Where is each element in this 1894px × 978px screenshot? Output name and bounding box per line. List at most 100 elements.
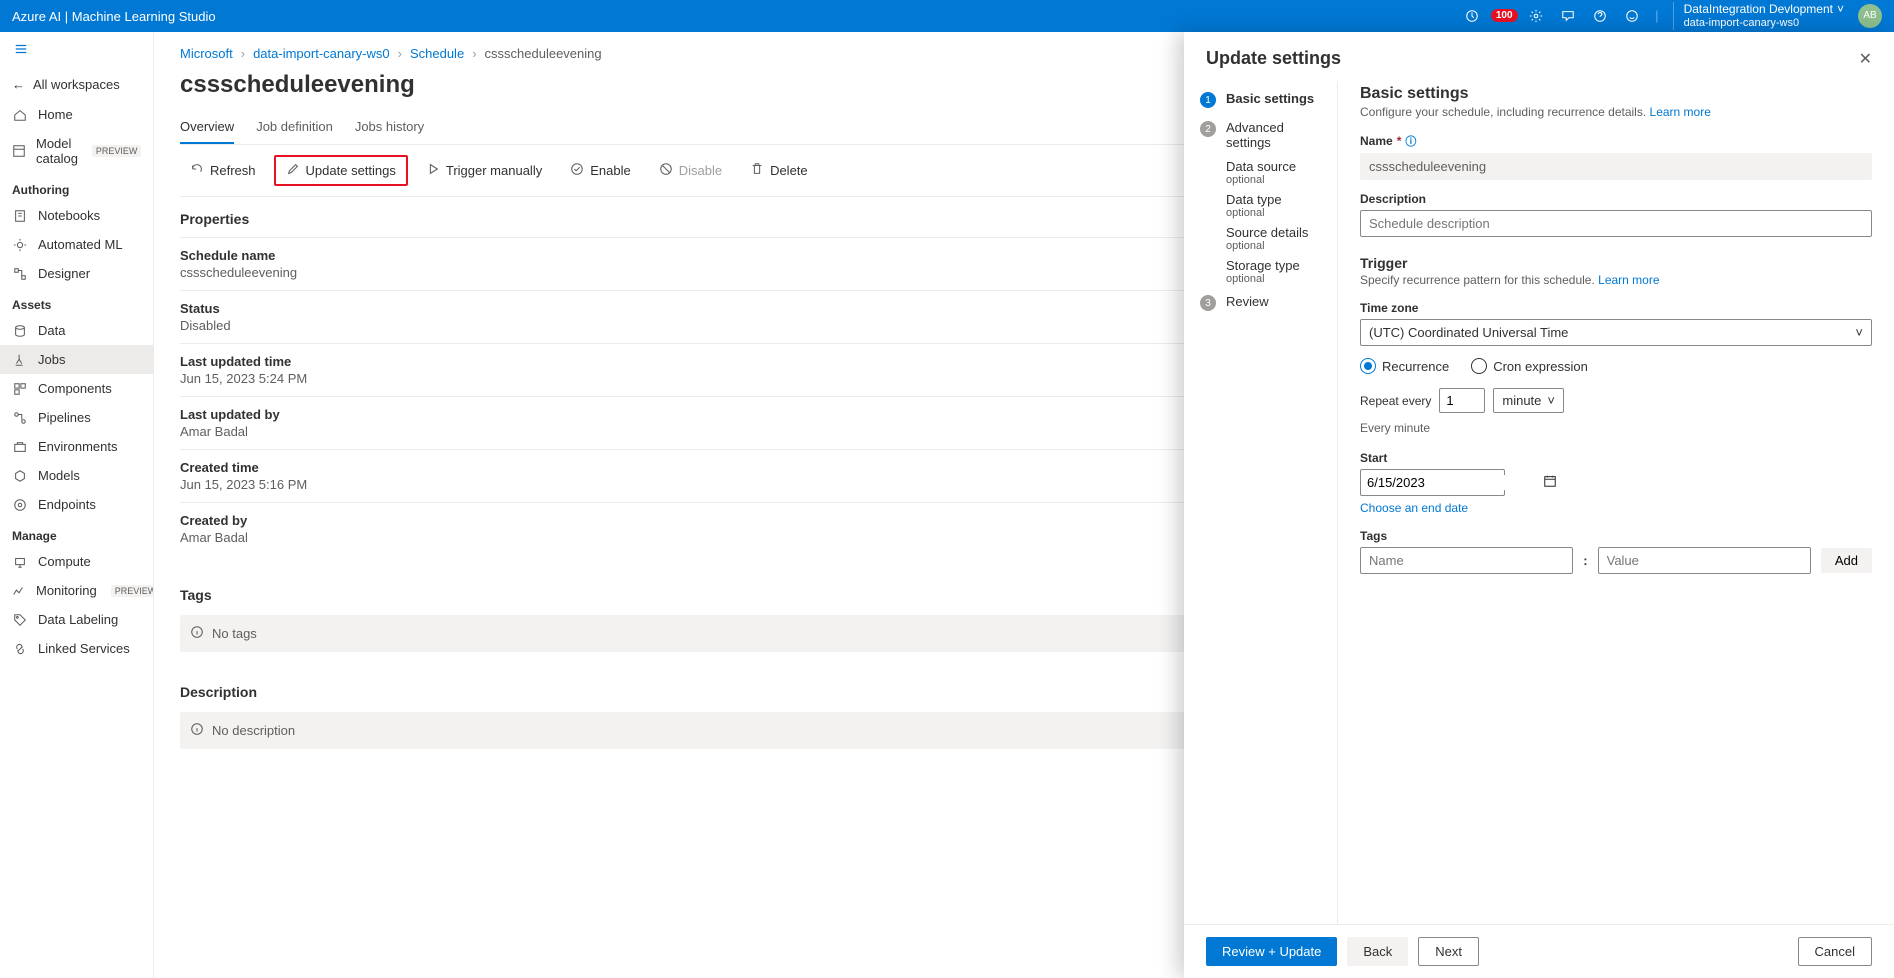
tab-overview[interactable]: Overview [180,111,234,144]
sidebar-section-assets: Assets [0,288,153,316]
substep-label: Data type [1226,192,1282,207]
sidebar-label: Data Labeling [38,612,118,627]
optional-label: optional [1226,240,1321,252]
wizard-substep-source-details[interactable]: Source details optional [1184,222,1337,255]
sidebar-label: Model catalog [36,136,78,166]
wizard-substep-storage-type[interactable]: Storage type optional [1184,255,1337,288]
close-button[interactable]: ✕ [1859,49,1872,69]
description-label: Description [1360,192,1872,206]
wizard-substep-data-source[interactable]: Data source optional [1184,156,1337,189]
learn-more-link[interactable]: Learn more [1650,105,1711,119]
smiley-icon[interactable] [1623,7,1641,25]
data-icon [12,324,28,338]
sidebar-item-models[interactable]: Models [0,461,153,490]
tag-value-input[interactable] [1598,547,1811,574]
delete-button[interactable]: Delete [740,155,818,186]
breadcrumb-current: cssscheduleevening [485,46,602,61]
start-date-input[interactable] [1360,469,1505,496]
wizard-step-label: Review [1226,294,1269,309]
wizard-step-basic[interactable]: 1Basic settings [1184,85,1337,114]
sidebar-item-automl[interactable]: Automated ML [0,230,153,259]
sidebar-label: Models [38,468,80,483]
name-input[interactable] [1360,153,1872,180]
trigger-label: Trigger manually [446,163,542,178]
sidebar-item-jobs[interactable]: Jobs [0,345,153,374]
notebook-icon [12,209,28,223]
pipelines-icon [12,411,28,425]
start-date-value[interactable] [1367,475,1543,490]
enable-button[interactable]: Enable [560,155,640,186]
tags-row: : Add [1360,547,1872,574]
help-icon[interactable] [1591,7,1609,25]
models-icon [12,469,28,483]
tag-name-input[interactable] [1360,547,1573,574]
trigger-manually-button[interactable]: Trigger manually [416,155,552,186]
catalog-icon [12,144,26,158]
drawer-header: Update settings ✕ [1184,32,1894,81]
timezone-select[interactable]: (UTC) Coordinated Universal Time ˅ [1360,319,1872,346]
sidebar-item-pipelines[interactable]: Pipelines [0,403,153,432]
sidebar-item-linked-services[interactable]: Linked Services [0,634,153,663]
repeat-unit-select[interactable]: minute ˅ [1493,388,1564,413]
repeat-every-label: Repeat every [1360,394,1431,408]
radio-recurrence[interactable]: Recurrence [1360,358,1449,374]
no-description-label: No description [212,723,295,738]
review-update-button[interactable]: Review + Update [1206,937,1337,966]
radio-cron[interactable]: Cron expression [1471,358,1588,374]
breadcrumb-root[interactable]: Microsoft [180,46,233,61]
hamburger-toggle[interactable] [0,32,153,69]
chevron-right-icon: › [472,46,476,61]
description-input[interactable] [1360,210,1872,237]
calendar-icon[interactable] [1543,474,1557,491]
sidebar-item-compute[interactable]: Compute [0,547,153,576]
wizard-substep-data-type[interactable]: Data type optional [1184,189,1337,222]
sidebar-item-components[interactable]: Components [0,374,153,403]
tab-job-definition[interactable]: Job definition [256,111,333,144]
trash-icon [750,162,764,179]
cancel-button[interactable]: Cancel [1798,937,1872,966]
radio-checked-icon [1360,358,1376,374]
sidebar-label: Linked Services [38,641,130,656]
check-icon [570,162,584,179]
sidebar-item-environments[interactable]: Environments [0,432,153,461]
update-settings-button[interactable]: Update settings [274,155,408,186]
choose-end-date-link[interactable]: Choose an end date [1360,501,1468,515]
avatar[interactable]: AB [1858,4,1882,28]
enable-label: Enable [590,163,630,178]
sidebar-item-home[interactable]: Home [0,100,153,129]
refresh-icon [190,162,204,179]
sidebar-item-data-labeling[interactable]: Data Labeling [0,605,153,634]
sidebar-label: Automated ML [38,237,123,252]
repeat-value-input[interactable] [1439,388,1485,413]
start-label: Start [1360,451,1872,465]
sidebar-item-model-catalog[interactable]: Model catalog PREVIEW [0,129,153,173]
top-header-actions: 100 | DataIntegration Devlopment ˅ data-… [1463,2,1882,30]
sidebar-item-monitoring[interactable]: Monitoring PREVIEW [0,576,153,605]
tab-jobs-history[interactable]: Jobs history [355,111,424,144]
sidebar-item-data[interactable]: Data [0,316,153,345]
tenant-info[interactable]: DataIntegration Devlopment ˅ data-import… [1673,2,1844,30]
breadcrumb-schedule[interactable]: Schedule [410,46,464,61]
next-button[interactable]: Next [1418,937,1479,966]
sidebar-item-notebooks[interactable]: Notebooks [0,201,153,230]
info-icon[interactable]: ⓘ [1405,133,1416,149]
sidebar-label: Data [38,323,65,338]
wizard-step-review[interactable]: 3Review [1184,288,1337,317]
sidebar-label: Jobs [38,352,65,367]
learn-more-link[interactable]: Learn more [1598,273,1659,287]
settings-icon[interactable] [1527,7,1545,25]
sidebar-item-designer[interactable]: Designer [0,259,153,288]
breadcrumb-workspace[interactable]: data-import-canary-ws0 [253,46,390,61]
back-button[interactable]: Back [1347,937,1408,966]
wizard-step-advanced[interactable]: 2Advanced settings [1184,114,1337,156]
chevron-right-icon: › [398,46,402,61]
refresh-button[interactable]: Refresh [180,155,266,186]
feedback-icon[interactable] [1559,7,1577,25]
all-workspaces-label: All workspaces [33,77,120,92]
add-tag-button[interactable]: Add [1821,548,1872,573]
notifications-icon[interactable]: 100 [1495,7,1513,25]
clock-icon[interactable] [1463,7,1481,25]
wizard-step-label: Advanced settings [1226,120,1321,150]
sidebar-item-endpoints[interactable]: Endpoints [0,490,153,519]
all-workspaces-link[interactable]: ← All workspaces [0,69,153,100]
